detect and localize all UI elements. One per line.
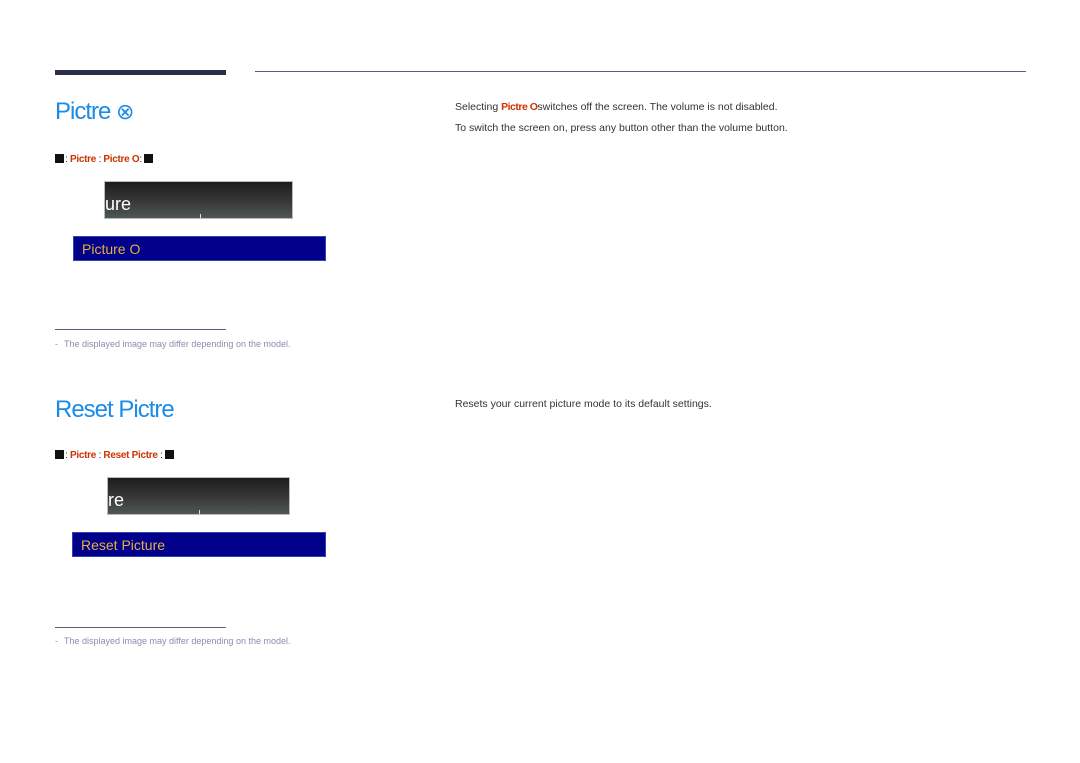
menu-path-item: Reset Pictre (103, 450, 158, 461)
section-title-picture-off: Pictre ⊗ (55, 98, 134, 125)
osd-menu-header: re (107, 477, 290, 515)
inline-menu-term: Pictre O (501, 101, 538, 113)
osd-selected-item-picture-off[interactable]: Picture O (73, 236, 326, 261)
header-rule-thick (55, 70, 226, 75)
menu-path-item: Pictre (69, 450, 96, 461)
osd-tick (200, 214, 201, 218)
osd-selected-item-reset-picture[interactable]: Reset Picture (72, 532, 326, 557)
menu-path-reset-picture: : Pictre : Reset Pictre : (55, 450, 175, 461)
note-divider (55, 329, 226, 330)
model-note: - The displayed image may differ dependin… (55, 636, 291, 646)
header-rule-thin (255, 71, 1026, 72)
section-title-reset-picture: Reset Pictre (55, 396, 175, 423)
description-picture-off-line1: Selecting Pictre Oswitches off the scree… (455, 101, 778, 113)
menu-path-item: Pictre (69, 154, 96, 165)
model-note: - The displayed image may differ dependin… (55, 339, 291, 349)
menu-button-icon (55, 154, 64, 163)
enter-button-icon (144, 154, 154, 163)
menu-button-icon (55, 450, 64, 459)
menu-path-picture-off: : Pictre : Pictre O: (55, 154, 154, 165)
note-divider (55, 627, 226, 628)
menu-path-item: Pictre O (103, 154, 140, 165)
osd-tick (199, 510, 200, 514)
picture-off-glyph-icon: ⊗ (116, 99, 134, 124)
description-reset-picture: Resets your current picture mode to its … (455, 398, 712, 410)
description-picture-off-line2: To switch the screen on, press any butto… (455, 122, 788, 134)
enter-button-icon (165, 450, 175, 459)
osd-menu-header: ure (104, 181, 293, 219)
